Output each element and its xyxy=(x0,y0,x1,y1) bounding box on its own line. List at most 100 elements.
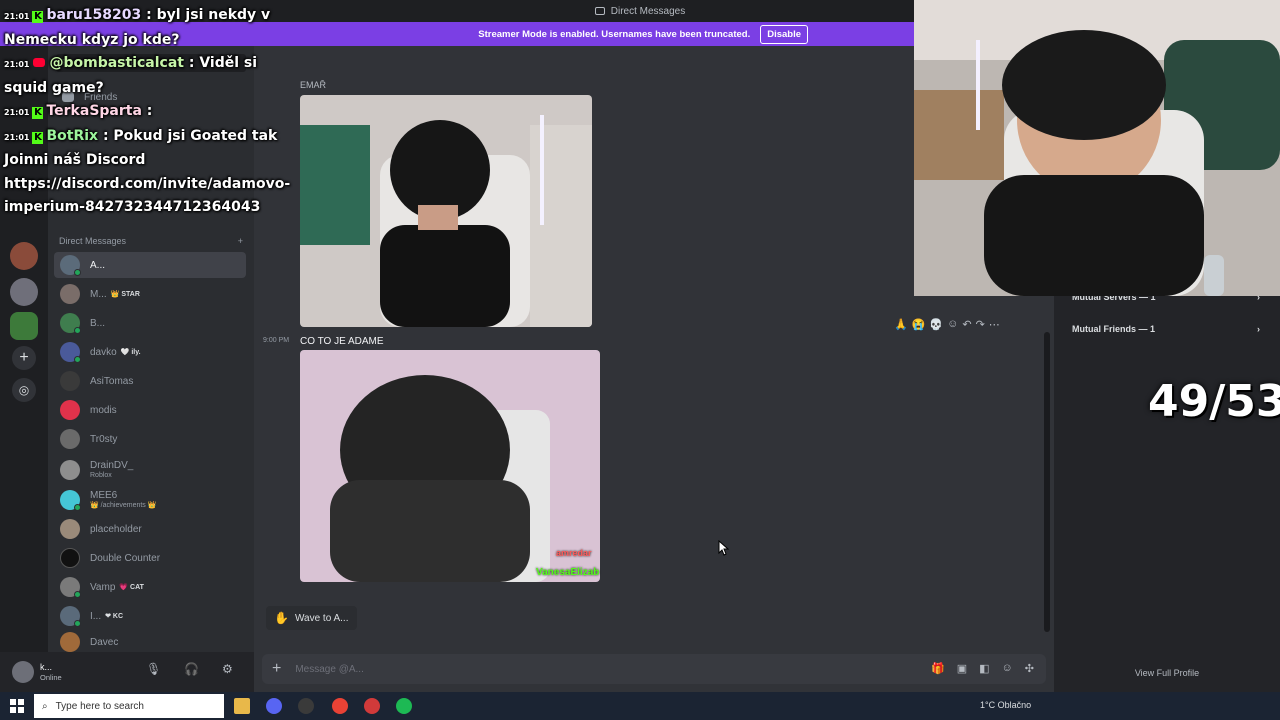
user-status: Online xyxy=(40,672,62,682)
dm-name: modis xyxy=(90,404,117,416)
webcam-overlay xyxy=(914,0,1280,296)
sticker-icon[interactable]: ◧ xyxy=(979,662,989,675)
more-options-icon[interactable]: ⋯ xyxy=(989,318,1000,331)
dm-activity: Roblox xyxy=(90,471,112,479)
overlay-message: 21:01 K BotRix : Pokud jsi Goated tak Join… xyxy=(4,125,304,220)
crying-reaction-icon[interactable]: 😭 xyxy=(912,318,926,331)
microphone-icon[interactable]: 🎙 xyxy=(146,662,161,676)
spotify-app-icon[interactable] xyxy=(396,698,412,714)
server-icon[interactable] xyxy=(10,242,38,270)
weather-widget[interactable]: 1°C Oblačno xyxy=(980,700,1031,710)
settings-gear-icon[interactable]: ⚙ xyxy=(222,662,236,676)
dm-item[interactable]: Tr0sty xyxy=(54,426,246,452)
taskbar-search-input[interactable]: ⌕ Type here to search xyxy=(34,694,224,718)
overlay-time: 21:01 xyxy=(4,60,30,69)
add-server-icon[interactable]: + xyxy=(12,346,36,370)
gif-icon[interactable]: ▣ xyxy=(957,662,967,675)
dm-item[interactable]: M... 👑 STAR xyxy=(54,281,246,307)
explore-servers-icon[interactable]: ◎ xyxy=(12,378,36,402)
server-icon[interactable] xyxy=(10,278,38,306)
obs-app-icon[interactable] xyxy=(298,698,314,714)
headphones-icon[interactable]: 🎧 xyxy=(184,662,199,676)
chrome-app-icon[interactable] xyxy=(332,698,348,714)
dm-item[interactable]: AsiTomas xyxy=(54,368,246,394)
wave-icon: ✋ xyxy=(274,611,289,625)
windows-taskbar: ⌕ Type here to search 1°C Oblačno xyxy=(0,692,1280,720)
overlay-user: TerkaSparta xyxy=(46,103,142,119)
avatar xyxy=(60,342,81,363)
chat-scrollbar[interactable] xyxy=(1044,332,1050,632)
message-image-attachment[interactable] xyxy=(300,350,600,582)
reply-icon[interactable]: ↶ xyxy=(962,318,971,331)
view-full-profile-link[interactable]: View Full Profile xyxy=(1054,668,1280,678)
gift-icon[interactable]: 🎁 xyxy=(931,662,945,675)
dm-tag: 💗 CAT xyxy=(119,584,144,591)
webcam-feed xyxy=(914,0,1280,296)
create-dm-icon[interactable]: + xyxy=(238,236,243,246)
apps-icon[interactable]: ✣ xyxy=(1025,662,1034,675)
dm-item[interactable]: davko 🤍 ily. xyxy=(54,339,246,365)
youtube-icon xyxy=(33,58,46,67)
windows-start-icon[interactable] xyxy=(10,699,24,713)
online-status-dot xyxy=(74,269,81,276)
dm-item[interactable]: B... xyxy=(54,310,246,336)
message-image-attachment[interactable] xyxy=(300,95,592,327)
dm-tag: 🤍 ily. xyxy=(120,349,141,356)
user-avatar[interactable] xyxy=(12,661,34,683)
dm-item[interactable]: DrainDV_ Roblox xyxy=(54,456,246,484)
avatar xyxy=(60,460,80,480)
dm-name: Double Counter xyxy=(90,552,161,564)
dm-item[interactable]: MEE6 👑 /achievements 👑 xyxy=(54,486,246,514)
avatar xyxy=(60,606,81,627)
video-overlay-user: VanesaElizab xyxy=(536,567,600,578)
dm-name: Vamp xyxy=(90,581,116,593)
message-action-toolbar: 🙏 😭 💀 ☺ ↶ ↷ ⋯ xyxy=(894,318,1000,331)
dm-item[interactable]: placeholder xyxy=(54,516,246,542)
dm-name: davko xyxy=(90,346,117,358)
avatar xyxy=(60,632,80,652)
attach-plus-icon[interactable]: + xyxy=(272,660,281,678)
avatar xyxy=(60,577,81,598)
dm-item[interactable]: A... xyxy=(54,252,246,278)
dm-name: A... xyxy=(90,259,106,271)
online-status-dot xyxy=(74,356,81,363)
file-explorer-icon[interactable] xyxy=(234,698,250,714)
dm-item[interactable]: Double Counter xyxy=(54,545,246,571)
server-icon[interactable] xyxy=(10,312,38,340)
message-composer[interactable]: + Message @A... 🎁 ▣ ◧ ☺ ✣ xyxy=(262,654,1046,684)
mouse-cursor-icon xyxy=(718,540,730,556)
browser-app-icon[interactable] xyxy=(364,698,380,714)
dm-item[interactable]: Davec xyxy=(54,632,246,652)
overlay-message: 21:01 Kbaru158203 : byl jsi nekdy v Nemec… xyxy=(4,4,304,52)
avatar xyxy=(60,284,80,304)
emoji-icon[interactable]: ☺ xyxy=(1002,662,1013,675)
discord-app-icon[interactable] xyxy=(266,698,282,714)
dm-name: AsiTomas xyxy=(90,375,134,387)
add-reaction-icon[interactable]: ☺ xyxy=(947,318,958,331)
wave-label: Wave to A... xyxy=(294,612,349,624)
chevron-right-icon: › xyxy=(1257,324,1260,334)
dm-item[interactable]: I... ❤ KC xyxy=(54,603,246,629)
dm-item[interactable]: modis xyxy=(54,397,246,423)
streamer-mode-text: Streamer Mode is enabled. Usernames have… xyxy=(478,28,751,40)
user-panel: k... Online xyxy=(0,652,254,692)
disable-streamer-mode-button[interactable]: Disable xyxy=(760,24,808,44)
mutual-friends-row[interactable]: Mutual Friends — 1 › xyxy=(1072,324,1260,334)
video-overlay-user: amredar xyxy=(556,548,592,558)
forward-icon[interactable]: ↷ xyxy=(976,318,985,331)
pray-reaction-icon[interactable]: 🙏 xyxy=(894,318,908,331)
overlay-message: 21:01 K TerkaSparta : xyxy=(4,100,304,125)
overlay-user: BotRix xyxy=(46,127,99,144)
online-status-dot xyxy=(74,327,81,334)
skull-reaction-icon[interactable]: 💀 xyxy=(929,318,943,331)
progress-counter: 49/53 xyxy=(1148,376,1280,427)
taskbar-search-placeholder: Type here to search xyxy=(55,700,144,712)
message-input[interactable]: Message @A... xyxy=(295,664,364,675)
window-title: Direct Messages xyxy=(610,5,686,17)
overlay-time: 21:01 xyxy=(4,12,30,21)
wave-button[interactable]: ✋ Wave to A... xyxy=(266,606,357,630)
dm-name: placeholder xyxy=(90,523,142,535)
dm-name: M... xyxy=(90,288,107,300)
dm-name: B... xyxy=(90,317,106,329)
dm-item[interactable]: Vamp 💗 CAT xyxy=(54,574,246,600)
